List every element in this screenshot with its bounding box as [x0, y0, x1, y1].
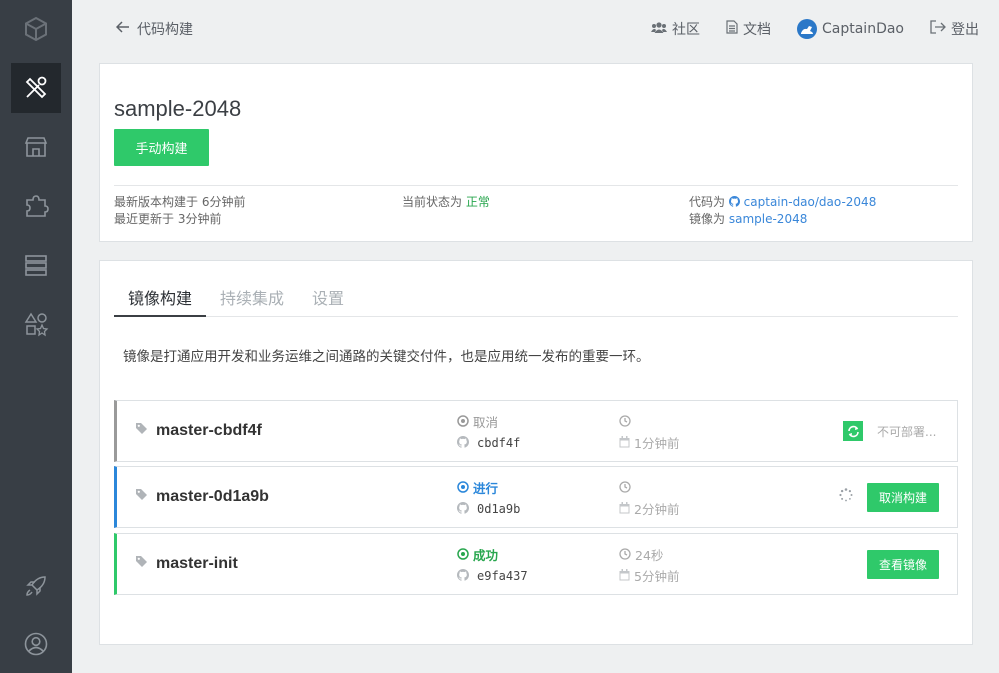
updated-time: 3分钟前 — [177, 212, 222, 226]
state-value: 正常 — [465, 195, 490, 209]
tag-icon — [135, 422, 148, 440]
image-label: 镜像为 — [689, 212, 726, 226]
shapes-icon[interactable] — [11, 299, 61, 349]
tab-image-build[interactable]: 镜像构建 — [114, 277, 207, 317]
user-menu[interactable]: CaptainDao — [797, 19, 904, 39]
top-bar: 代码构建 社区 文档 CaptainDao 登出 — [72, 0, 999, 60]
status-circle-icon — [457, 478, 469, 499]
description: 镜像是打通应用开发和业务运维之间通路的关键交付件，也是应用统一发布的重要一环。 — [123, 349, 650, 365]
tab-continuous-integration[interactable]: 持续集成 — [206, 277, 298, 317]
tag-icon — [135, 555, 148, 573]
status-circle-icon — [457, 545, 469, 566]
commit-hash: e9fa437 — [477, 569, 528, 583]
state-label: 当前状态为 — [402, 195, 463, 209]
rocket-icon[interactable] — [11, 561, 61, 611]
commit-hash: 0d1a9b — [477, 502, 521, 516]
build-created: 5分钟前 — [634, 569, 680, 584]
avatar — [797, 19, 817, 39]
build-row[interactable]: master-0d1a9b 进行 0d1a9b 2分钟前 取消构建 — [114, 466, 958, 528]
arrow-left-icon — [115, 21, 130, 37]
not-deployable-label: 不可部署... — [877, 424, 937, 439]
build-times: 24秒 5分钟前 — [619, 545, 679, 587]
docs-link[interactable]: 文档 — [726, 19, 771, 39]
build-actions: 取消构建 — [839, 482, 939, 512]
latest-build-label: 最新版本构建于 — [114, 195, 199, 209]
back-link-label: 代码构建 — [137, 22, 193, 38]
refresh-icon[interactable] — [843, 421, 863, 441]
logout-label: 登出 — [951, 22, 979, 38]
build-name: master-cbdf4f — [156, 422, 262, 439]
spinner-icon — [839, 488, 853, 506]
logout-link[interactable]: 登出 — [930, 19, 979, 39]
build-created: 2分钟前 — [634, 502, 680, 517]
build-meta: 最新版本构建于 6分钟前 最近更新于 3分钟前 — [114, 194, 245, 228]
build-name: master-init — [156, 555, 238, 572]
build-row[interactable]: master-cbdf4f 取消 cbdf4f 1分钟前 不可部署... — [114, 400, 958, 462]
document-icon — [726, 20, 738, 38]
username: CaptainDao — [822, 21, 904, 37]
build-status: 取消 cbdf4f — [457, 412, 520, 454]
status-label: 成功 — [473, 548, 499, 563]
build-tools-icon[interactable] — [11, 63, 61, 113]
calendar-icon — [619, 433, 630, 454]
user-icon[interactable] — [11, 619, 61, 669]
build-actions: 查看镜像 — [867, 549, 939, 579]
calendar-icon — [619, 499, 630, 520]
community-label: 社区 — [672, 22, 700, 38]
code-label: 代码为 — [689, 195, 726, 209]
build-created: 1分钟前 — [634, 436, 680, 451]
docs-label: 文档 — [743, 22, 771, 38]
image-builds-card: 镜像构建 持续集成 设置 镜像是打通应用开发和业务运维之间通路的关键交付件，也是… — [99, 260, 973, 645]
clock-icon — [619, 412, 631, 433]
build-row[interactable]: master-init 成功 e9fa437 24秒 5分钟前 查看镜像 — [114, 533, 958, 595]
sidebar — [0, 0, 72, 673]
community-link[interactable]: 社区 — [651, 19, 700, 39]
calendar-icon — [619, 566, 630, 587]
status-label: 取消 — [473, 415, 499, 430]
github-icon — [457, 499, 469, 520]
build-name-wrap: master-0d1a9b — [135, 467, 269, 527]
updated-label: 最近更新于 — [114, 212, 175, 226]
build-times: 2分钟前 — [619, 478, 679, 520]
store-icon[interactable] — [11, 122, 61, 172]
github-icon — [728, 195, 744, 209]
build-name-wrap: master-init — [135, 534, 238, 594]
build-name-wrap: master-cbdf4f — [135, 401, 262, 461]
page-title: sample-2048 — [114, 96, 242, 121]
clock-icon — [619, 545, 631, 566]
sign-out-icon — [930, 20, 946, 38]
view-image-button[interactable]: 查看镜像 — [867, 549, 939, 579]
commit-hash: cbdf4f — [477, 436, 521, 450]
users-icon — [651, 21, 667, 38]
tabs: 镜像构建 持续集成 设置 — [114, 277, 958, 317]
status-label: 进行 — [473, 481, 499, 496]
plugin-icon[interactable] — [11, 181, 61, 231]
image-link[interactable]: sample-2048 — [729, 212, 808, 226]
build-status: 进行 0d1a9b — [457, 478, 520, 520]
divider — [114, 185, 958, 186]
build-status: 成功 e9fa437 — [457, 545, 528, 587]
build-duration: 24秒 — [635, 548, 664, 563]
latest-build-time: 6分钟前 — [201, 195, 246, 209]
code-repo-link[interactable]: captain-dao/dao-2048 — [744, 195, 877, 209]
github-icon — [457, 566, 469, 587]
back-link[interactable]: 代码构建 — [115, 19, 193, 39]
source-meta: 代码为 captain-dao/dao-2048 镜像为 sample-2048 — [689, 194, 876, 228]
logo-cube-icon[interactable] — [11, 4, 61, 54]
tab-settings[interactable]: 设置 — [298, 277, 358, 317]
server-list-icon[interactable] — [11, 240, 61, 290]
github-icon — [457, 433, 469, 454]
build-name: master-0d1a9b — [156, 488, 269, 505]
build-times: 1分钟前 — [619, 412, 679, 454]
tag-icon — [135, 488, 148, 506]
status-circle-icon — [457, 412, 469, 433]
clock-icon — [619, 478, 631, 499]
cancel-build-button[interactable]: 取消构建 — [867, 482, 939, 512]
state-meta: 当前状态为 正常 — [402, 194, 490, 211]
manual-build-button[interactable]: 手动构建 — [114, 129, 209, 166]
build-actions: 不可部署... — [843, 416, 939, 446]
app-overview-card: sample-2048 手动构建 最新版本构建于 6分钟前 最近更新于 3分钟前… — [99, 63, 973, 242]
